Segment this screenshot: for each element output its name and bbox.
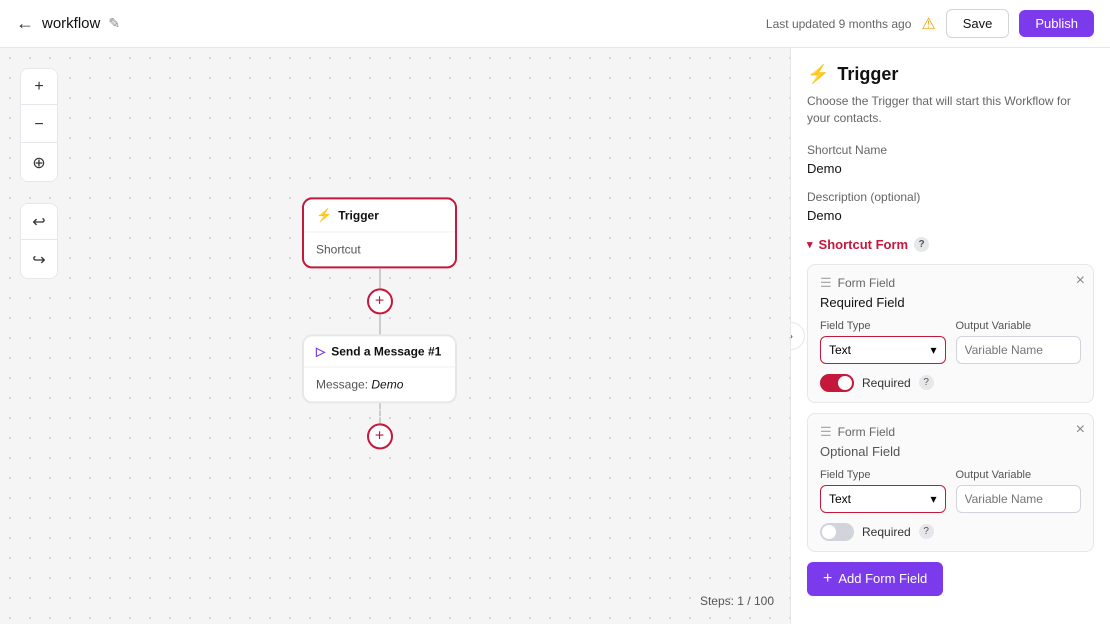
topbar: ← workflow ✎ Last updated 9 months ago ⚠… [0, 0, 1110, 48]
form-field-1-type-select[interactable]: Text ▾ [820, 336, 946, 364]
form-field-1-required-toggle[interactable] [820, 374, 854, 392]
zoom-controls: + − ⊕ [20, 68, 58, 182]
panel-title: ⚡ Trigger [807, 64, 1094, 85]
form-field-1-output-input[interactable] [956, 336, 1082, 364]
save-button[interactable]: Save [946, 9, 1010, 38]
form-field-1-type-label: Field Type [820, 320, 946, 332]
form-field-1-required-row: Required ? [820, 374, 1081, 392]
form-field-2-required-row: Required ? [820, 523, 1081, 541]
form-field-1-columns: Field Type Text ▾ Output Variable [820, 320, 1081, 364]
form-field-1-required-label: Required [862, 376, 911, 390]
form-field-1-header: ☰ Form Field [820, 275, 1081, 291]
form-field-1-type-col: Field Type Text ▾ [820, 320, 946, 364]
panel-title-text: Trigger [837, 64, 898, 85]
form-field-2-section-label: Form Field [838, 425, 895, 439]
connector-line-2 [379, 403, 381, 423]
undo-button[interactable]: ↩ [21, 204, 57, 240]
node-container: ⚡ Trigger Shortcut + ▷ Send a Message #1 [302, 197, 457, 449]
workflow-title: workflow [42, 15, 100, 32]
add-form-field-button[interactable]: + Add Form Field [807, 562, 943, 596]
main-area: + − ⊕ ↩ ↪ ⚡ Trigger Shortcut [0, 48, 1110, 624]
shortcut-name-label: Shortcut Name [807, 143, 1094, 157]
add-form-field-label: Add Form Field [838, 571, 927, 586]
form-field-1: ☰ Form Field Required Field × Field Type… [807, 264, 1094, 403]
shortcut-form-chevron: ▾ [807, 238, 813, 251]
trigger-node-body: Shortcut [304, 232, 455, 266]
drag-icon-1[interactable]: ☰ [820, 275, 832, 291]
message-node-icon: ▷ [316, 344, 325, 358]
drag-icon-2[interactable]: ☰ [820, 424, 832, 440]
message-node-title: Send a Message #1 [331, 344, 441, 358]
shortcut-form-section[interactable]: ▾ Shortcut Form ? [807, 237, 1094, 252]
form-field-1-required-help-icon[interactable]: ? [919, 375, 934, 390]
trigger-node-title: Trigger [338, 208, 379, 222]
form-field-1-type-chevron: ▾ [930, 343, 936, 357]
form-field-2-output-label: Output Variable [956, 469, 1082, 481]
add-node-button-2[interactable]: + [367, 423, 393, 449]
edit-title-icon[interactable]: ✎ [108, 15, 120, 32]
zoom-in-button[interactable]: + [21, 69, 57, 105]
zoom-out-button[interactable]: − [21, 107, 57, 143]
connector-1: + [367, 268, 393, 334]
trigger-node-body-text: Shortcut [316, 242, 361, 256]
panel-description: Choose the Trigger that will start this … [807, 93, 1094, 127]
form-field-1-name: Required Field [820, 295, 1081, 310]
redo-button[interactable]: ↪ [21, 242, 57, 278]
undo-controls: ↩ ↪ [20, 203, 58, 279]
trigger-node-icon: ⚡ [316, 207, 332, 223]
form-field-2-type-col: Field Type Text ▾ [820, 469, 946, 513]
form-field-2: ☰ Form Field Optional Field × Field Type… [807, 413, 1094, 552]
add-form-field-plus-icon: + [823, 570, 832, 588]
form-field-1-close-button[interactable]: × [1076, 273, 1085, 289]
form-field-1-type-value: Text [829, 343, 851, 357]
form-field-1-section-label: Form Field [838, 276, 895, 290]
connector-2: + [367, 403, 393, 449]
form-field-2-header: ☰ Form Field [820, 424, 1081, 440]
form-field-2-type-chevron: ▾ [930, 492, 936, 506]
message-node[interactable]: ▷ Send a Message #1 Message: Demo [302, 334, 457, 403]
form-field-2-type-label: Field Type [820, 469, 946, 481]
back-button[interactable]: ← [16, 13, 34, 34]
form-field-2-columns: Field Type Text ▾ Output Variable [820, 469, 1081, 513]
description-optional-label: Description (optional) [807, 190, 1094, 204]
message-label: Message: [316, 377, 368, 391]
message-node-body: Message: Demo [304, 367, 455, 401]
trigger-node-header: ⚡ Trigger [304, 199, 455, 232]
connector-line-1b [379, 314, 381, 334]
form-field-2-required-label: Required [862, 525, 911, 539]
form-field-2-required-help-icon[interactable]: ? [919, 524, 934, 539]
message-node-header: ▷ Send a Message #1 [304, 336, 455, 367]
form-field-1-toggle-knob [838, 376, 852, 390]
last-updated-status: Last updated 9 months ago [766, 17, 911, 31]
workflow-canvas[interactable]: + − ⊕ ↩ ↪ ⚡ Trigger Shortcut [0, 48, 790, 624]
form-field-2-name: Optional Field [820, 444, 1081, 459]
publish-button[interactable]: Publish [1019, 10, 1094, 37]
shortcut-form-label: Shortcut Form [819, 237, 909, 252]
shortcut-form-help-icon[interactable]: ? [914, 237, 929, 252]
form-field-2-type-select[interactable]: Text ▾ [820, 485, 946, 513]
form-field-2-close-button[interactable]: × [1076, 422, 1085, 438]
form-field-2-toggle-knob [822, 525, 836, 539]
zoom-fit-button[interactable]: ⊕ [21, 145, 57, 181]
steps-counter: Steps: 1 / 100 [700, 594, 774, 608]
form-field-1-output-label: Output Variable [956, 320, 1082, 332]
form-field-2-output-col: Output Variable [956, 469, 1082, 513]
form-field-2-type-value: Text [829, 492, 851, 506]
right-panel-inner: ⚡ Trigger Choose the Trigger that will s… [791, 48, 1110, 624]
add-node-button-1[interactable]: + [367, 288, 393, 314]
form-field-1-output-col: Output Variable [956, 320, 1082, 364]
form-field-2-output-input[interactable] [956, 485, 1082, 513]
warning-icon: ⚠ [921, 14, 935, 34]
connector-line-1 [379, 268, 381, 288]
message-value: Demo [371, 377, 403, 391]
right-panel: › ⚡ Trigger Choose the Trigger that will… [790, 48, 1110, 624]
form-field-2-required-toggle[interactable] [820, 523, 854, 541]
panel-trigger-icon: ⚡ [807, 64, 829, 85]
description-optional-value: Demo [807, 208, 1094, 223]
trigger-node[interactable]: ⚡ Trigger Shortcut [302, 197, 457, 268]
shortcut-name-value: Demo [807, 161, 1094, 176]
